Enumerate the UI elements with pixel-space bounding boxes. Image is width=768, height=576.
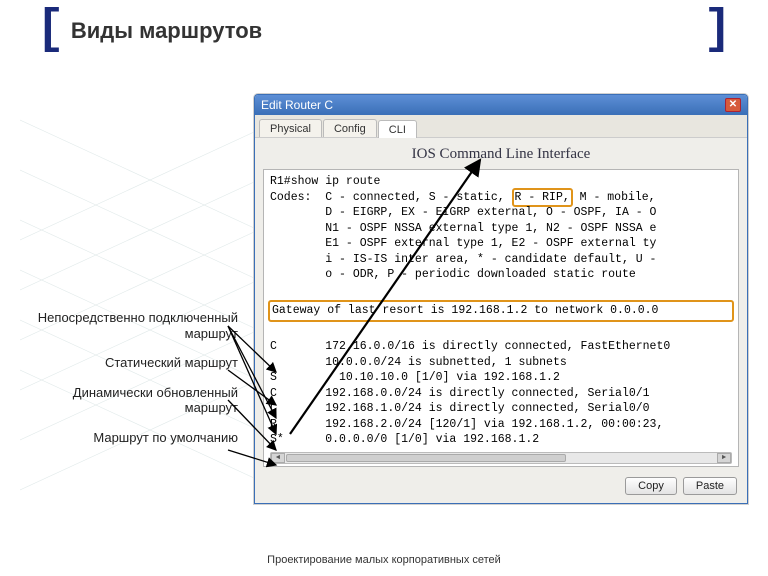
route-type-labels: Непосредственно подключенный маршрут Ста…	[28, 310, 238, 460]
highlight-rip-code: R - RIP,	[512, 188, 573, 208]
slide-title: Виды маршрутов	[71, 18, 262, 44]
scroll-left-icon[interactable]: ◄	[271, 453, 285, 463]
tab-config[interactable]: Config	[323, 119, 377, 137]
close-icon[interactable]: ✕	[725, 98, 741, 112]
dialog-title: Edit Router C	[261, 98, 333, 112]
horizontal-scrollbar[interactable]: ◄ ►	[270, 452, 732, 464]
tab-cli[interactable]: CLI	[378, 120, 417, 138]
scroll-right-icon[interactable]: ►	[717, 453, 731, 463]
bracket-right-icon: ]	[703, 14, 732, 48]
paste-button[interactable]: Paste	[683, 477, 737, 495]
label-dynamic-route: Динамически обновленный маршрут	[28, 385, 238, 416]
label-default-route: Маршрут по умолчанию	[28, 430, 238, 446]
highlight-gateway-line: Gateway of last resort is 192.168.1.2 to…	[268, 300, 734, 322]
dialog-tabs: Physical Config CLI	[255, 115, 747, 137]
bracket-left-icon: [	[36, 14, 65, 48]
dialog-titlebar[interactable]: Edit Router C ✕	[255, 95, 747, 115]
router-edit-dialog: Edit Router C ✕ Physical Config CLI IOS …	[254, 94, 748, 504]
tab-physical[interactable]: Physical	[259, 119, 322, 137]
label-connected-route: Непосредственно подключенный маршрут	[28, 310, 238, 341]
dialog-button-row: Copy Paste	[255, 473, 747, 503]
scrollbar-thumb[interactable]	[286, 454, 566, 462]
slide-footer: Проектирование малых корпоративных сетей	[0, 554, 768, 566]
cli-subtitle: IOS Command Line Interface	[255, 137, 747, 169]
cli-terminal[interactable]: R1#show ip route Codes: C - connected, S…	[263, 169, 739, 467]
slide-title-bar: [ Виды маршрутов ]	[36, 14, 732, 48]
copy-button[interactable]: Copy	[625, 477, 677, 495]
label-static-route: Статический маршрут	[28, 355, 238, 371]
